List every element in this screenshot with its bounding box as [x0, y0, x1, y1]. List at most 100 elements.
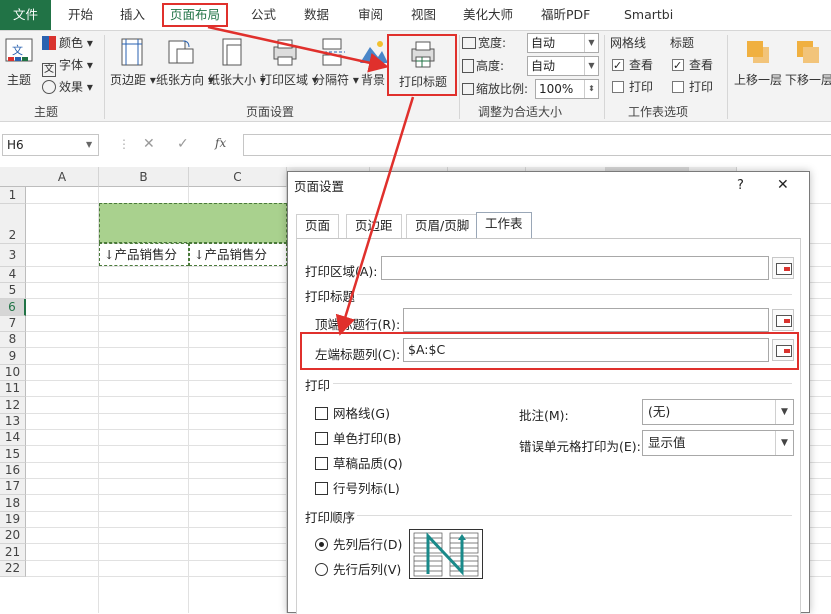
- row-header-15[interactable]: 15: [0, 446, 26, 463]
- tab-margins[interactable]: 页边距: [346, 214, 402, 238]
- height-select[interactable]: 自动 ▼: [527, 56, 599, 76]
- gridlines-print-checkbox[interactable]: 打印: [612, 77, 653, 97]
- row-header-20[interactable]: 20: [0, 528, 26, 544]
- rows-to-repeat-input[interactable]: [403, 308, 769, 332]
- row-header-16[interactable]: 16: [0, 463, 26, 479]
- scale-spinner[interactable]: 100% ⬍: [535, 79, 599, 99]
- row-header-10[interactable]: 10: [0, 365, 26, 381]
- help-button[interactable]: ?: [737, 178, 744, 193]
- checkbox-icon: [672, 81, 684, 93]
- tab-view[interactable]: 视图: [405, 4, 442, 26]
- tab-page[interactable]: 页面: [296, 214, 340, 238]
- over-then-down-radio[interactable]: 先行后列(V): [315, 559, 401, 578]
- formula-bar: H6 ▼ ⋮ ✕ ✓ fx: [0, 131, 831, 159]
- row-header-12[interactable]: 12: [0, 397, 26, 414]
- row-col-headings-checkbox[interactable]: 行号列标(L): [315, 478, 400, 497]
- colors-icon: [42, 36, 56, 50]
- scale-label: 缩放比例:: [462, 79, 528, 99]
- row-header-8[interactable]: 8: [0, 332, 26, 348]
- row-header-6[interactable]: 6: [0, 299, 26, 316]
- tab-sheet[interactable]: 工作表: [476, 212, 532, 239]
- theme-colors-button[interactable]: 颜色 ▾: [42, 33, 93, 53]
- formula-input[interactable]: [243, 134, 831, 156]
- row-header-11[interactable]: 11: [0, 381, 26, 397]
- tab-formulas[interactable]: 公式: [245, 4, 282, 26]
- send-backward-button[interactable]: 下移一层: [785, 35, 831, 101]
- row-header-22[interactable]: 22: [0, 561, 26, 577]
- gridlines-checkbox[interactable]: 网格线(G): [315, 403, 390, 422]
- row-header-18[interactable]: 18: [0, 495, 26, 512]
- theme-effects-button[interactable]: 效果 ▾: [42, 77, 93, 97]
- row-header-7[interactable]: 7: [0, 316, 26, 332]
- gridlines-view-checkbox[interactable]: 查看: [612, 55, 653, 76]
- send-backward-label: 下移一层: [785, 73, 831, 87]
- row-header-1[interactable]: 1: [0, 187, 26, 204]
- breaks-label: 分隔符: [313, 73, 350, 87]
- theme-fonts-button[interactable]: 文字体 ▾: [42, 55, 93, 77]
- tab-beautify[interactable]: 美化大师: [457, 4, 519, 26]
- down-then-over-radio[interactable]: 先列后行(D): [315, 534, 402, 553]
- rows-to-repeat-label: 顶端标题行(R):: [315, 317, 401, 332]
- radio-selected-icon: [315, 538, 328, 551]
- chevron-down-icon[interactable]: ▼: [86, 140, 92, 149]
- margins-button[interactable]: 页边距 ▾: [110, 35, 156, 101]
- row-header-4[interactable]: 4: [0, 267, 26, 283]
- dialog-title: 页面设置: [294, 179, 345, 194]
- fonts-icon: 文: [42, 63, 56, 77]
- row-header-9[interactable]: 9: [0, 348, 26, 365]
- background-icon: [358, 37, 388, 67]
- column-header-B[interactable]: B: [99, 167, 189, 187]
- print-titles-highlight: [387, 34, 457, 96]
- orientation-button[interactable]: 纸张方向 ▾: [156, 35, 214, 101]
- row-header-21[interactable]: 21: [0, 544, 26, 561]
- enter-icon[interactable]: ✓: [177, 136, 189, 152]
- tab-page-layout[interactable]: 页面布局: [162, 3, 229, 27]
- select-all-corner[interactable]: [0, 167, 27, 187]
- row-header-5[interactable]: 5: [0, 283, 26, 299]
- breaks-button[interactable]: 分隔符 ▾: [313, 35, 359, 101]
- column-header-C[interactable]: C: [189, 167, 287, 187]
- title-cell-merged[interactable]: [99, 203, 287, 243]
- checkbox-icon: [612, 81, 624, 93]
- row-header-3[interactable]: 3: [0, 244, 26, 267]
- tab-data[interactable]: 数据: [298, 4, 335, 26]
- headings-view-checkbox[interactable]: 查看: [672, 55, 713, 76]
- cell-B3[interactable]: ↓产品销售分: [99, 243, 189, 266]
- bring-forward-label: 上移一层: [733, 73, 782, 87]
- row-header-17[interactable]: 17: [0, 479, 26, 495]
- row-header-2[interactable]: 2: [0, 204, 26, 244]
- row-header-14[interactable]: 14: [0, 430, 26, 446]
- row-header-19[interactable]: 19: [0, 512, 26, 528]
- headings-print-checkbox[interactable]: 打印: [672, 77, 713, 97]
- tab-review[interactable]: 审阅: [352, 4, 389, 26]
- background-button[interactable]: 背景: [358, 35, 388, 101]
- print-area-input[interactable]: [381, 256, 769, 280]
- page-setup-group-label: 页面设置: [246, 105, 295, 119]
- draft-quality-checkbox[interactable]: 草稿品质(Q): [315, 453, 403, 472]
- close-button[interactable]: ✕: [777, 177, 789, 193]
- tab-file[interactable]: 文件: [0, 0, 51, 30]
- tab-smartbi[interactable]: Smartbi: [618, 4, 679, 26]
- collapse-dialog-icon[interactable]: [772, 257, 794, 279]
- column-header-A[interactable]: A: [26, 167, 99, 187]
- bring-forward-button[interactable]: 上移一层: [733, 35, 783, 101]
- tab-header-footer[interactable]: 页眉/页脚: [406, 214, 479, 238]
- collapse-dialog-icon[interactable]: [772, 309, 794, 331]
- name-box[interactable]: H6: [2, 134, 99, 156]
- themes-button[interactable]: 文 主题: [2, 35, 36, 101]
- print-area-label: 打印区域: [260, 73, 309, 87]
- insert-function-button[interactable]: fx: [215, 136, 226, 150]
- tab-foxit-pdf[interactable]: 福昕PDF: [535, 4, 596, 26]
- cancel-icon[interactable]: ✕: [143, 136, 155, 152]
- tab-insert[interactable]: 插入: [114, 4, 151, 26]
- size-button[interactable]: 纸张大小 ▾: [208, 35, 266, 101]
- comments-select[interactable]: (无) ▼: [642, 399, 794, 425]
- black-white-checkbox[interactable]: 单色打印(B): [315, 428, 401, 447]
- cell-errors-select[interactable]: 显示值 ▼: [642, 430, 794, 456]
- width-select[interactable]: 自动 ▼: [527, 33, 599, 53]
- chevron-down-icon: ▼: [584, 57, 598, 75]
- cell-C3[interactable]: ↓产品销售分: [189, 243, 287, 266]
- print-area-button[interactable]: 打印区域 ▾: [260, 35, 318, 101]
- row-header-13[interactable]: 13: [0, 414, 26, 430]
- tab-home[interactable]: 开始: [62, 4, 99, 26]
